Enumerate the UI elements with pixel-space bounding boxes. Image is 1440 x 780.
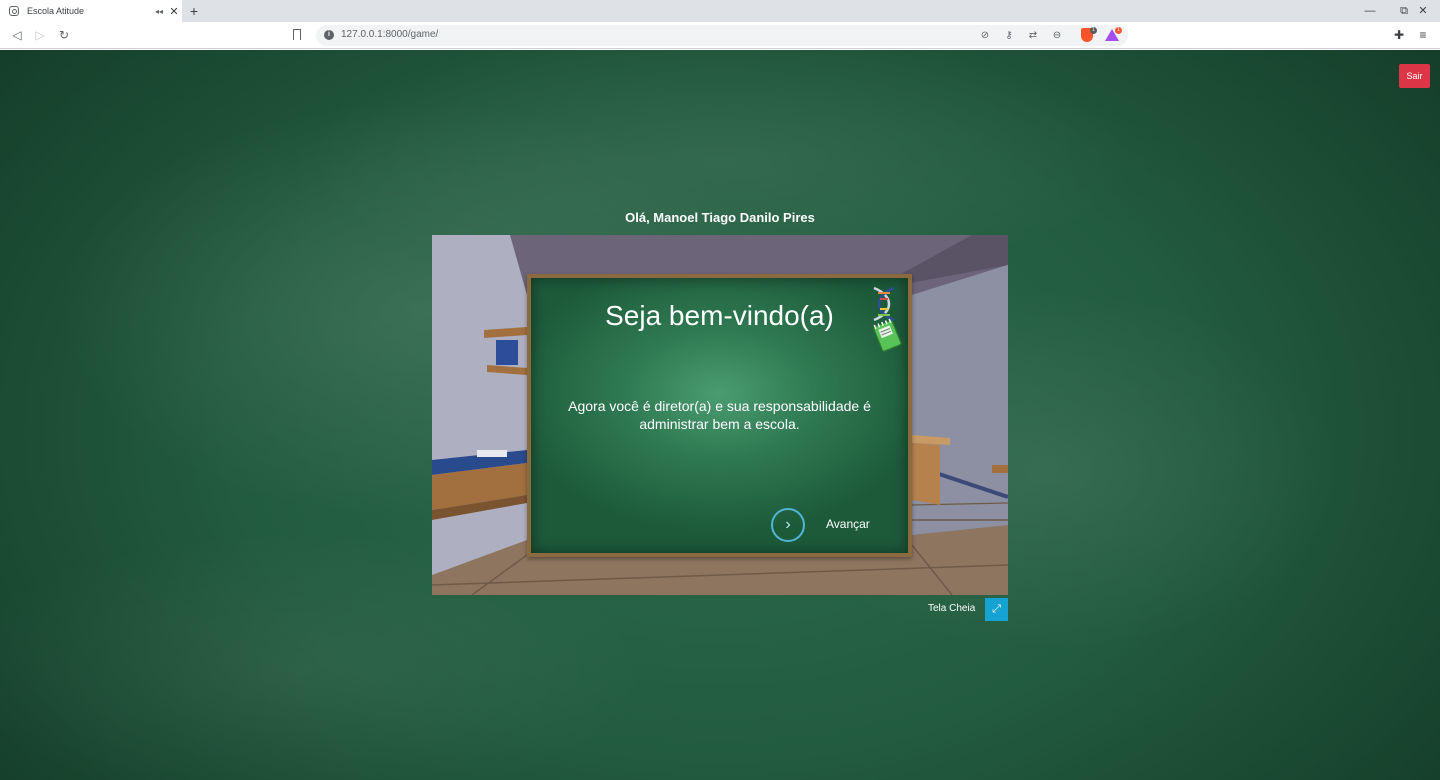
welcome-board: Seja bem-vindo(a) Agora você é diretor(a… bbox=[527, 274, 912, 557]
fullscreen-button[interactable]: ⤢ bbox=[985, 598, 1008, 621]
new-tab-button[interactable]: + bbox=[186, 2, 202, 20]
key-icon[interactable]: ⚷ bbox=[1002, 29, 1016, 43]
left-wall bbox=[432, 235, 527, 575]
reload-button[interactable]: ↻ bbox=[55, 26, 73, 44]
site-favicon-icon bbox=[9, 6, 19, 16]
fullscreen-label: Tela Cheia bbox=[928, 603, 976, 614]
welcome-message: Agora você é diretor(a) e sua responsabi… bbox=[568, 398, 871, 432]
logout-button[interactable]: Sair bbox=[1399, 64, 1430, 88]
zoom-out-icon[interactable]: ⊖ bbox=[1050, 29, 1064, 43]
url-text[interactable]: 127.0.0.1:8000/game/ bbox=[341, 29, 438, 40]
browser-menu-icon[interactable]: ≡ bbox=[1416, 27, 1430, 43]
tab-title: Escola Atitude bbox=[27, 6, 85, 16]
greeting-text: Olá, Manoel Tiago Danilo Pires bbox=[625, 210, 815, 225]
notebook-icon bbox=[873, 318, 902, 352]
board-surface: Seja bem-vindo(a) Agora você é diretor(a… bbox=[531, 278, 908, 553]
address-bar[interactable]: i 127.0.0.1:8000/game/ ⊘ ⚷ ⇄ ⊖ bbox=[316, 25, 1128, 46]
next-label[interactable]: Avançar bbox=[826, 517, 870, 531]
chalkboard-page: Sair Olá, Manoel Tiago Danilo Pires Seja… bbox=[0, 50, 1440, 780]
browser-tab[interactable]: Escola Atitude ◂◂ ✕ bbox=[0, 0, 182, 22]
browser-tab-bar: Escola Atitude ◂◂ ✕ + — ⧉ ✕ bbox=[0, 0, 1440, 22]
close-tab-icon[interactable]: ✕ bbox=[166, 5, 182, 18]
rewards-badge: 1 bbox=[1115, 27, 1122, 34]
audio-icon[interactable]: ◂◂ bbox=[152, 7, 166, 16]
game-canvas[interactable]: Seja bem-vindo(a) Agora você é diretor(a… bbox=[432, 235, 1008, 595]
dna-icon bbox=[873, 286, 895, 322]
welcome-title: Seja bem-vindo(a) bbox=[605, 300, 834, 331]
bookmark-icon[interactable] bbox=[293, 29, 301, 40]
camera-blocked-icon[interactable]: ⊘ bbox=[978, 29, 992, 43]
window-close-button[interactable]: ✕ bbox=[1406, 0, 1440, 22]
forward-button[interactable]: ▷ bbox=[31, 26, 49, 44]
minimize-button[interactable]: — bbox=[1353, 0, 1387, 22]
back-button[interactable]: ◁ bbox=[8, 26, 26, 44]
shield-badge: 1 bbox=[1090, 27, 1097, 34]
extensions-icon[interactable]: ✚ bbox=[1392, 27, 1406, 43]
site-info-icon[interactable]: i bbox=[324, 30, 334, 40]
translate-icon[interactable]: ⇄ bbox=[1026, 29, 1040, 43]
browser-toolbar: ◁ ▷ ↻ i 127.0.0.1:8000/game/ ⊘ ⚷ ⇄ ⊖ 1 1… bbox=[0, 22, 1440, 49]
next-arrow-button[interactable]: › bbox=[771, 508, 805, 542]
